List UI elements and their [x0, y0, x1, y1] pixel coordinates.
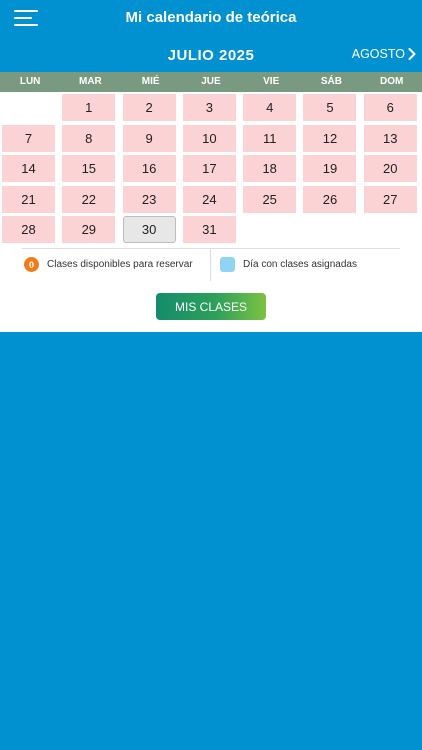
- calendar-day[interactable]: 4: [243, 94, 297, 121]
- calendar-day[interactable]: 25: [243, 185, 297, 213]
- weekday-header-row: LUN MAR MIÉ JUE VIE SÁB DOM: [0, 72, 422, 92]
- calendar-day[interactable]: 26: [303, 185, 357, 213]
- weekday-label: MIÉ: [141, 76, 160, 87]
- calendar-grid: 1 2 3 4 5 6 7 8 9 10 11 12 13 14 15 16 1…: [2, 94, 417, 243]
- legend-divider: [22, 248, 400, 249]
- assigned-color-swatch: [220, 257, 235, 272]
- calendar-day[interactable]: 16: [122, 155, 176, 182]
- available-count-badge: 0: [24, 257, 39, 272]
- calendar-day[interactable]: 3: [182, 94, 236, 121]
- calendar-day[interactable]: 10: [182, 124, 236, 152]
- weekday-label: JUE: [201, 76, 221, 87]
- calendar-day[interactable]: 21: [2, 185, 55, 213]
- calendar-day[interactable]: 29: [62, 216, 116, 243]
- calendar-day[interactable]: 2: [122, 94, 176, 121]
- calendar-day[interactable]: 18: [243, 155, 297, 182]
- calendar-day[interactable]: 5: [303, 94, 357, 121]
- calendar-day[interactable]: 27: [363, 185, 417, 213]
- calendar-day[interactable]: 20: [363, 155, 417, 182]
- calendar-day[interactable]: 14: [2, 155, 55, 182]
- chevron-right-icon: [408, 48, 416, 60]
- my-classes-button[interactable]: MIS CLASES: [156, 293, 266, 320]
- calendar-day[interactable]: 23: [122, 185, 176, 213]
- calendar-day[interactable]: 13: [363, 124, 417, 152]
- calendar-day[interactable]: 1: [62, 94, 116, 121]
- weekday-label: LUN: [19, 76, 41, 87]
- weekday-label: SÁB: [320, 76, 343, 87]
- calendar-day[interactable]: 22: [62, 185, 116, 213]
- calendar-day[interactable]: 15: [62, 155, 116, 182]
- calendar-day[interactable]: 24: [182, 185, 236, 213]
- next-month-label: AGOSTO: [351, 47, 405, 61]
- calendar-day[interactable]: 17: [182, 155, 236, 182]
- legend-available: 0 Clases disponibles para reservar: [24, 257, 193, 272]
- calendar-panel: 1 2 3 4 5 6 7 8 9 10 11 12 13 14 15 16 1…: [0, 92, 422, 332]
- calendar-day[interactable]: 19: [303, 155, 357, 182]
- calendar-day[interactable]: 9: [122, 124, 176, 152]
- available-label: Clases disponibles para reservar: [47, 259, 193, 270]
- calendar-day[interactable]: 7: [2, 124, 55, 152]
- weekday-label: MAR: [79, 76, 102, 87]
- empty-day-cell: [2, 94, 55, 121]
- weekday-label: VIE: [263, 76, 280, 87]
- legend-separator: [210, 249, 211, 281]
- weekday-label: DOM: [380, 76, 404, 87]
- assigned-label: Día con clases asignadas: [243, 259, 357, 270]
- next-month-button[interactable]: AGOSTO: [352, 47, 416, 61]
- calendar-day[interactable]: 12: [303, 124, 357, 152]
- calendar-day-today[interactable]: 30: [122, 216, 176, 243]
- calendar-day[interactable]: 11: [243, 124, 297, 152]
- page-title: Mi calendario de teórica: [125, 9, 297, 26]
- calendar-day[interactable]: 8: [62, 124, 116, 152]
- app-header: Mi calendario de teórica JULIO 2025 AGOS…: [0, 0, 422, 72]
- calendar-day[interactable]: 28: [2, 216, 55, 243]
- legend-assigned: Día con clases asignadas: [220, 257, 357, 272]
- calendar-day[interactable]: 31: [182, 216, 236, 243]
- calendar-day[interactable]: 6: [363, 94, 417, 121]
